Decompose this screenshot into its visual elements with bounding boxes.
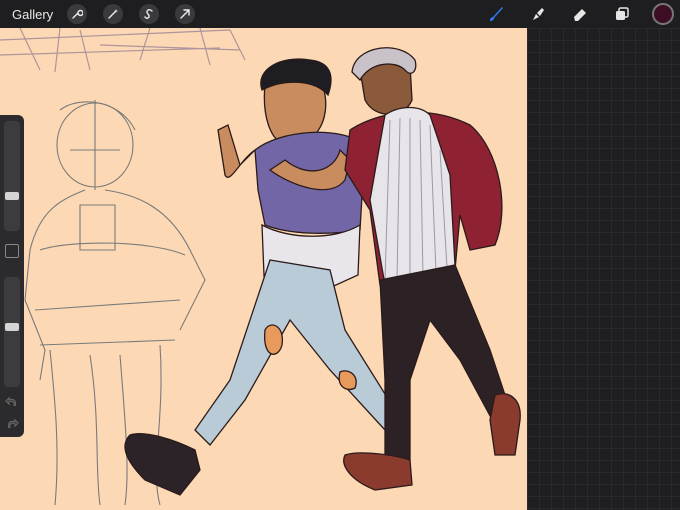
wrench-icon[interactable]	[67, 4, 88, 24]
sidebar	[0, 115, 24, 437]
smudge-icon[interactable]	[526, 2, 550, 26]
undo-icon[interactable]	[5, 395, 19, 409]
redo-icon[interactable]	[5, 417, 19, 431]
artwork	[0, 28, 521, 506]
brush-size-slider[interactable]	[4, 121, 20, 231]
brush-icon[interactable]	[484, 2, 508, 26]
character-left	[124, 58, 396, 496]
top-toolbar: Gallery	[0, 0, 680, 28]
sketch-lines-top	[0, 28, 246, 73]
modify-button[interactable]	[5, 244, 19, 258]
canvas-background-grid	[527, 28, 680, 510]
selection-icon[interactable]	[139, 4, 160, 24]
drawing-canvas[interactable]	[0, 28, 527, 510]
character-right	[343, 47, 521, 491]
opacity-slider[interactable]	[4, 277, 20, 387]
magic-wand-icon[interactable]	[103, 4, 124, 24]
transform-icon[interactable]	[175, 4, 196, 24]
opacity-knob[interactable]	[5, 323, 19, 331]
color-picker-swatch[interactable]	[652, 3, 674, 25]
layers-icon[interactable]	[610, 2, 634, 26]
eraser-icon[interactable]	[568, 2, 592, 26]
gallery-button[interactable]: Gallery	[12, 7, 53, 22]
brush-size-knob[interactable]	[5, 192, 19, 200]
